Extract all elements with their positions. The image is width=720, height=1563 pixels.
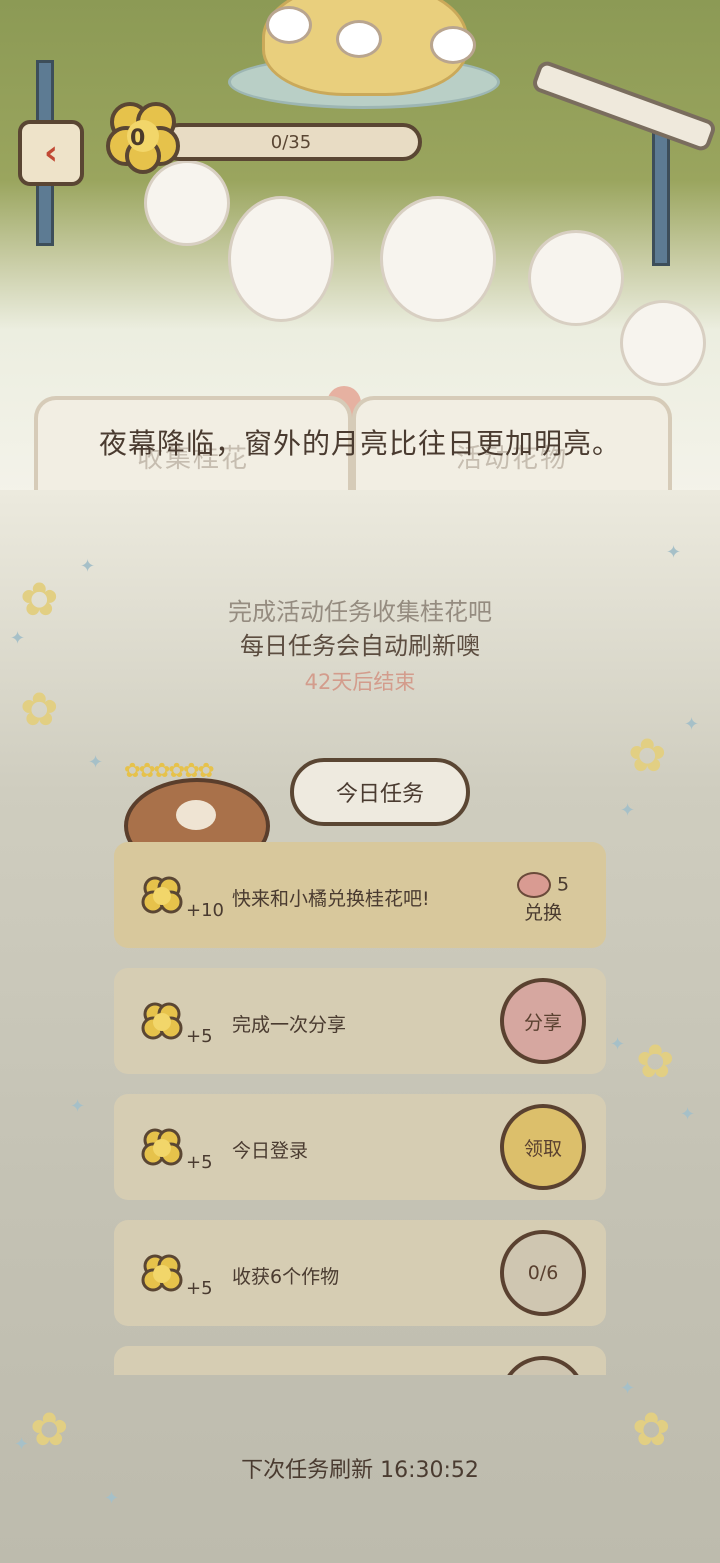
today-tasks-bubble: 今日任务 [290,758,470,826]
sparkle-decoration: ✦ [104,1488,120,1509]
collection-progress-bar: 0/35 [160,123,422,161]
sparkle-decoration: ✦ [80,556,96,577]
flower-decoration: ✿ [636,1034,675,1088]
intro-line-1: 完成活动任务收集桂花吧 [228,598,492,626]
task-list[interactable]: +10 快来和小橘兑换桂花吧! 5 兑换 +5 完成一次分享 分享 +5 今日登… [114,840,608,1375]
task-reward: +10 [186,900,224,921]
narration-text: 夜幕降临，窗外的月亮比往日更加明亮。 [98,427,621,460]
task-progress-label: 0/6 [527,1262,559,1284]
back-button[interactable]: ‹ [18,120,84,186]
task-progress-button[interactable]: 0/6 [500,1230,586,1316]
osmanthus-flower-icon [141,876,183,914]
heart-icon [516,872,551,898]
share-button[interactable]: 分享 [500,978,586,1064]
task-reward: +5 [186,1152,213,1173]
exchange-cost: 5 [556,873,570,896]
gate-beam [530,58,718,154]
osmanthus-flower-icon [141,1002,183,1040]
osmanthus-counter: 0 [100,96,186,174]
flower-decoration: ✿ [30,1402,69,1456]
character-sprite [528,230,624,326]
event-end-countdown: 42天后结束 [304,670,416,694]
bunny-decoration [336,20,382,58]
task-row: +5 收获6个作物 0/6 [114,1220,606,1326]
task-row: +5 完成一次分享 分享 [114,968,606,1074]
character-sprite [620,300,706,386]
progress-text: 0/35 [270,131,312,153]
sparkle-decoration: ✦ [684,714,700,735]
task-label: 快来和小橘兑换桂花吧! [232,888,430,910]
share-button-label: 分享 [523,1011,562,1034]
task-row: +5 今日登录 领取 [114,1094,606,1200]
flower-decoration: ✿ [632,1402,671,1456]
task-label: 完成一次分享 [232,1014,347,1036]
task-reward: +5 [186,1026,213,1047]
bunny-decoration [266,6,312,44]
claim-button-label: 领取 [523,1137,562,1160]
character-sprite [228,196,334,322]
refresh-countdown: 下次任务刷新 16:30:52 [241,1458,479,1483]
task-label: 今日登录 [232,1140,309,1162]
exchange-button[interactable]: 5 兑换 [512,872,574,925]
character-sprite [380,196,496,322]
sparkle-decoration: ✦ [70,1096,86,1117]
flower-crown: ✿✿✿✿✿✿ [124,758,215,782]
sparkle-decoration: ✦ [620,1378,636,1399]
task-progress-button[interactable] [500,1356,586,1375]
sparkle-decoration: ✦ [88,752,104,773]
exchange-label: 兑换 [523,902,562,924]
sparkle-decoration: ✦ [666,542,682,563]
sparkle-decoration: ✦ [620,800,636,821]
flower-count: 0 [130,126,146,151]
sparkle-decoration: ✦ [610,1034,626,1055]
osmanthus-flower-icon [141,1128,183,1166]
bunny-decoration [430,26,476,64]
task-row: +10 快来和小橘兑换桂花吧! 5 兑换 [114,842,606,948]
bear-snout [176,800,216,830]
task-row [114,1346,606,1375]
task-reward: +5 [186,1278,213,1299]
sparkle-decoration: ✦ [680,1104,696,1125]
claim-button[interactable]: 领取 [500,1104,586,1190]
today-tasks-label: 今日任务 [335,782,424,807]
task-label: 收获6个作物 [232,1266,340,1288]
intro-line-2: 每日任务会自动刷新噢 [240,632,480,660]
chevron-left-icon: ‹ [43,133,58,173]
flower-decoration: ✿ [628,728,667,782]
osmanthus-flower-icon [141,1254,183,1292]
